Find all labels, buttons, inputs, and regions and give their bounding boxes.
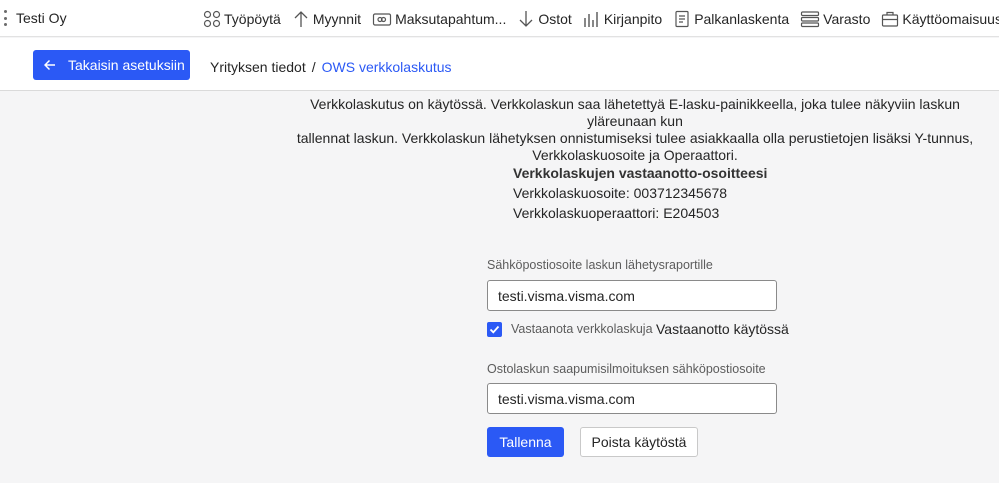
intro-line: Verkkolaskuosoite ja Operaattori.	[532, 147, 738, 163]
breadcrumb: Yrityksen tiedot / OWS verkkolaskutus	[210, 59, 452, 75]
nav-label: Varasto	[823, 10, 871, 27]
nav-label: Myynnit	[312, 10, 362, 27]
nav-item-sales[interactable]: Myynnit	[292, 0, 361, 37]
breadcrumb-current[interactable]: OWS verkkolaskutus	[322, 59, 452, 75]
addresses-heading: Verkkolaskujen vastaanotto-osoitteesi	[513, 165, 768, 181]
nav-item-payments[interactable]: Maksutapahtum...	[372, 0, 506, 37]
report-email-input[interactable]	[487, 280, 777, 311]
layers-icon	[801, 10, 820, 27]
save-button[interactable]: Tallenna	[487, 427, 564, 457]
arrow-up-icon	[294, 10, 308, 27]
more-menu-icon[interactable]	[2, 10, 8, 26]
card-icon	[372, 12, 392, 26]
briefcase-icon	[882, 11, 899, 27]
einvoice-operator: Verkkolaskuoperaattori: E204503	[513, 205, 720, 221]
notify-email-label: Ostolaskun saapumisilmoituksen sähköpost…	[487, 362, 766, 376]
top-navigation-bar: Testi Oy Työpöytä Myynnit Maksutapahtum.…	[0, 0, 999, 37]
dashboard-icon	[203, 10, 221, 27]
nav-item-dashboard[interactable]: Työpöytä	[203, 0, 281, 37]
back-button-label: Takaisin asetuksiin	[68, 57, 185, 73]
nav-item-fixed-assets[interactable]: Käyttöomaisuus	[881, 0, 999, 37]
intro-line: Verkkolaskutus on käytössä. Verkkolaskun…	[310, 96, 960, 129]
nav-label: Ostot	[538, 10, 572, 27]
breadcrumb-parent[interactable]: Yrityksen tiedot	[210, 59, 306, 75]
arrow-left-icon	[44, 59, 56, 71]
checkmark-icon	[489, 325, 500, 334]
document-icon	[675, 10, 689, 27]
nav-item-purchases[interactable]: Ostot	[517, 0, 572, 37]
receiving-addresses: Verkkolaskujen vastaanotto-osoitteesi Ve…	[513, 163, 767, 223]
main-content: Verkkolaskutus on käytössä. Verkkolaskun…	[0, 92, 999, 483]
back-to-settings-button[interactable]: Takaisin asetuksiin	[33, 50, 190, 80]
receive-status-text: Vastaanotto käytössä	[656, 321, 789, 337]
nav-label: Käyttöomaisuus	[902, 10, 999, 27]
bar-chart-icon	[584, 11, 598, 27]
breadcrumb-separator: /	[311, 59, 316, 75]
receive-einvoices-checkbox[interactable]	[487, 322, 502, 337]
nav-label: Palkanlaskenta	[694, 10, 790, 27]
notify-email-input[interactable]	[487, 383, 777, 414]
main-nav: Työpöytä Myynnit Maksutapahtum... Ostot …	[203, 0, 999, 37]
arrow-down-icon	[519, 10, 533, 27]
nav-label: Työpöytä	[224, 10, 281, 27]
intro-text: Verkkolaskutus on käytössä. Verkkolaskun…	[285, 96, 985, 164]
nav-item-inventory[interactable]: Varasto	[800, 0, 870, 37]
receive-einvoices-label[interactable]: Vastaanota verkkolaskuja	[511, 322, 653, 336]
nav-item-accounting[interactable]: Kirjanpito	[583, 0, 662, 37]
intro-line: tallennat laskun. Verkkolaskun lähetykse…	[296, 130, 974, 146]
nav-label: Maksutapahtum...	[395, 10, 507, 27]
disable-button[interactable]: Poista käytöstä	[580, 427, 698, 457]
nav-label: Kirjanpito	[603, 10, 663, 27]
einvoice-address: Verkkolaskuosoite: 003712345678	[513, 185, 728, 201]
sub-header: Takaisin asetuksiin Yrityksen tiedot / OWS…	[0, 38, 999, 91]
report-email-label: Sähköpostiosoite laskun lähetysraportill…	[487, 258, 713, 272]
company-name[interactable]: Testi Oy	[16, 10, 67, 26]
nav-item-payroll[interactable]: Palkanlaskenta	[673, 0, 789, 37]
